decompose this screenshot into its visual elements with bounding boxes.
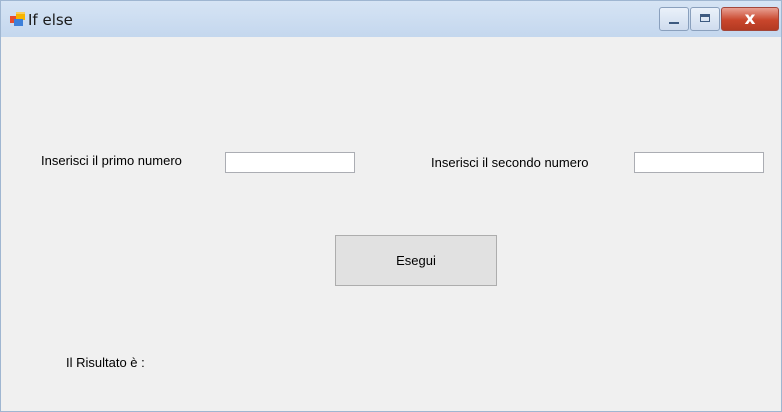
winforms-app-icon bbox=[10, 12, 25, 26]
second-number-label: Inserisci il secondo numero bbox=[431, 155, 589, 170]
second-number-input[interactable] bbox=[634, 152, 764, 173]
maximize-button[interactable] bbox=[690, 7, 720, 31]
close-button[interactable]: x bbox=[721, 7, 779, 31]
run-button[interactable]: Esegui bbox=[335, 235, 497, 286]
first-number-label: Inserisci il primo numero bbox=[41, 153, 182, 168]
result-label: Il Risultato è : bbox=[66, 355, 145, 370]
app-window: If else x Inserisci il primo numero Inse… bbox=[0, 0, 782, 412]
first-number-input[interactable] bbox=[225, 152, 355, 173]
close-icon: x bbox=[744, 9, 756, 29]
minimize-icon bbox=[669, 22, 679, 24]
window-title: If else bbox=[28, 11, 73, 29]
minimize-button[interactable] bbox=[659, 7, 689, 31]
title-bar[interactable]: If else x bbox=[1, 1, 781, 37]
maximize-icon bbox=[700, 14, 710, 22]
form-client-area: Inserisci il primo numero Inserisci il s… bbox=[1, 37, 781, 411]
